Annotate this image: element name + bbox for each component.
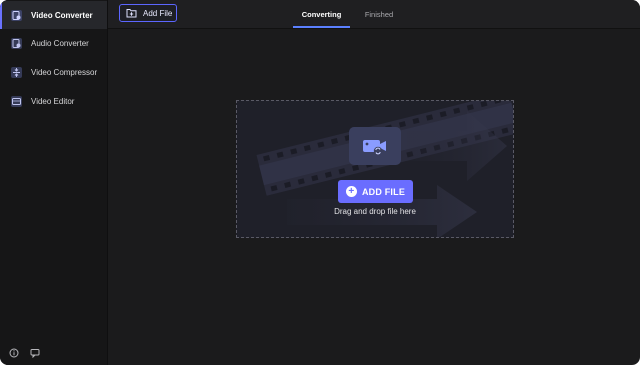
sidebar-item-video-compressor[interactable]: Video Compressor	[0, 58, 107, 86]
info-icon[interactable]	[9, 348, 19, 358]
sidebar-item-label: Video Editor	[31, 96, 75, 106]
drop-hint-text: Drag and drop file here	[334, 207, 416, 216]
sidebar-item-audio-converter[interactable]: Audio Converter	[0, 29, 107, 57]
video-compressor-icon	[11, 66, 22, 78]
audio-converter-icon	[11, 37, 22, 49]
add-folder-icon	[126, 9, 137, 18]
add-file-label: Add File	[143, 8, 173, 18]
tab-label: Finished	[364, 9, 394, 19]
feedback-icon[interactable]	[30, 348, 40, 358]
film-strip-background	[256, 101, 513, 237]
sidebar-item-label: Audio Converter	[31, 38, 89, 48]
tab-converting[interactable]: Converting	[293, 0, 350, 28]
add-file-primary-label: ADD FILE	[361, 186, 406, 197]
app-window: Video Converter Audio Converter Video Co…	[0, 0, 640, 365]
add-file-primary-button[interactable]: + ADD FILE	[338, 180, 413, 203]
file-drop-zone[interactable]: + ADD FILE Drag and drop file here	[236, 100, 514, 238]
tab-label: Converting	[301, 9, 342, 19]
plus-circle-icon: +	[345, 186, 357, 197]
add-file-button[interactable]: Add File	[119, 4, 177, 22]
sidebar-item-video-converter[interactable]: Video Converter	[0, 1, 107, 29]
tab-finished[interactable]: Finished	[357, 0, 401, 28]
video-file-icon	[349, 127, 401, 165]
sidebar-item-video-editor[interactable]: Video Editor	[0, 87, 107, 115]
topbar: Add File Converting Finished	[108, 0, 640, 29]
sidebar-item-label: Video Compressor	[31, 67, 98, 77]
video-editor-icon	[11, 95, 22, 107]
sidebar-item-label: Video Converter	[31, 10, 93, 20]
sidebar: Video Converter Audio Converter Video Co…	[0, 0, 108, 365]
video-converter-icon	[11, 9, 22, 21]
